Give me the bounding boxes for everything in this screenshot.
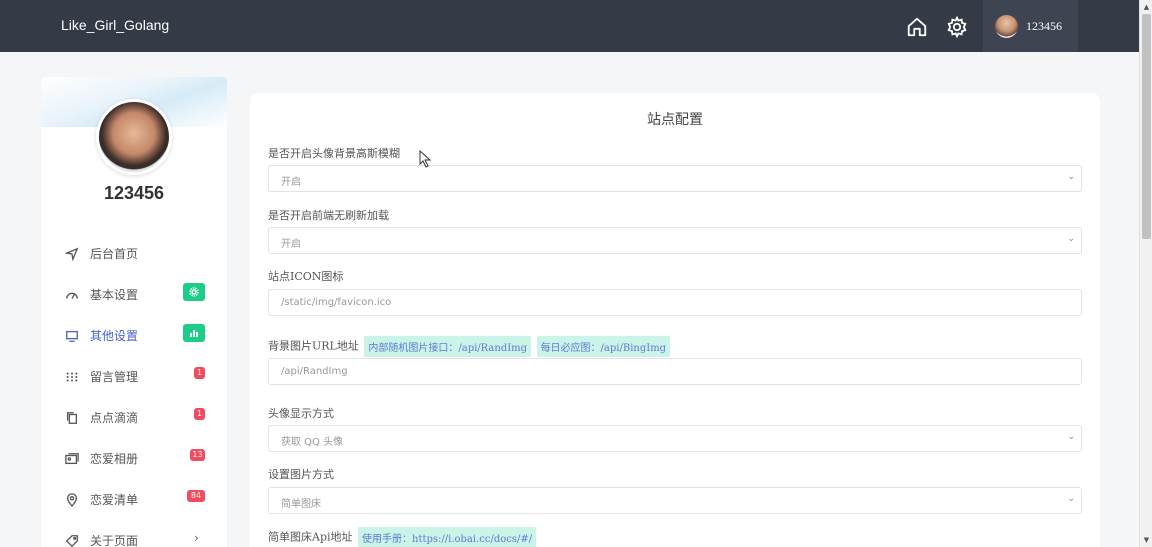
photo-album-icon xyxy=(65,451,79,465)
chevron-down-icon: ⌄ xyxy=(1067,172,1075,182)
user-menu[interactable]: 123456 xyxy=(983,0,1078,52)
sidebar-item-love-list[interactable]: 恋爱清单 84 xyxy=(41,486,227,512)
select-value: 开启 xyxy=(281,177,301,188)
chevron-right-icon: › xyxy=(194,531,199,545)
select-value: 获取 QQ 头像 xyxy=(281,437,344,448)
page-scrollbar[interactable]: ▲ ▼ xyxy=(1139,0,1152,547)
top-navbar: Like_Girl_Golang 123456 xyxy=(0,0,1139,52)
scroll-down-icon[interactable]: ▼ xyxy=(1142,535,1151,545)
sidebar-item-moments[interactable]: 点点滴滴 1 xyxy=(41,404,227,430)
sidebar-item-label: 后台首页 xyxy=(90,247,139,261)
field-label-site-icon: 站点ICON图标 xyxy=(268,270,344,283)
avatar-mode-select[interactable]: 获取 QQ 头像 ⌄ xyxy=(268,425,1082,452)
sidebar-item-other-settings[interactable]: 其他设置 xyxy=(41,322,227,348)
label-text: 背景图片URL地址 xyxy=(268,339,359,353)
image-mode-select[interactable]: 简单图床 ⌄ xyxy=(268,487,1082,514)
docs-hint-tag[interactable]: 使用手册：https://i.obai.cc/docs/#/ xyxy=(358,527,537,547)
user-name: 123456 xyxy=(1026,19,1062,33)
count-badge: 84 xyxy=(187,490,205,502)
input-placeholder: /api/RandImg xyxy=(281,366,348,377)
scroll-up-icon[interactable]: ▲ xyxy=(1142,2,1151,12)
field-label-no-refresh: 是否开启前端无刷新加载 xyxy=(268,209,389,222)
settings-badge xyxy=(183,283,205,301)
gear-icon[interactable] xyxy=(946,15,968,39)
copy-icon xyxy=(65,410,79,424)
mouse-cursor-icon xyxy=(419,150,432,168)
api-hint-tag: 内部随机图片接口：/api/RandImg xyxy=(364,336,532,357)
select-value: 简单图床 xyxy=(281,499,321,510)
count-badge: 1 xyxy=(194,408,205,420)
count-badge: 1 xyxy=(194,367,205,379)
sidebar-item-label: 基本设置 xyxy=(90,288,139,302)
sidebar-item-basic-settings[interactable]: 基本设置 xyxy=(41,281,227,307)
avatar-blur-select[interactable]: 开启 ⌄ xyxy=(268,165,1082,192)
scroll-thumb[interactable] xyxy=(1142,14,1151,239)
tag-icon xyxy=(65,533,79,547)
site-config-panel: 站点配置 是否开启头像背景高斯模糊 开启 ⌄ 是否开启前端无刷新加载 开启 ⌄ … xyxy=(250,93,1100,547)
page-title: 站点配置 xyxy=(647,112,703,128)
field-label-imgbed-api: 简单图床Api地址 使用手册：https://i.obai.cc/docs/#/ xyxy=(268,527,537,547)
monitor-icon xyxy=(65,328,79,342)
home-icon[interactable] xyxy=(906,16,928,38)
sidebar-item-about[interactable]: 关于页面 › xyxy=(41,527,227,547)
gear-icon xyxy=(189,287,199,297)
grid-dots-icon xyxy=(65,369,79,383)
sidebar-item-label: 恋爱清单 xyxy=(90,493,139,507)
sidebar-item-dashboard[interactable]: 后台首页 xyxy=(41,240,227,266)
sidebar-item-label: 其他设置 xyxy=(90,329,139,343)
sidebar-item-label: 留言管理 xyxy=(90,370,139,384)
field-label-avatar-mode: 头像显示方式 xyxy=(268,407,334,420)
sidebar-item-messages[interactable]: 留言管理 1 xyxy=(41,363,227,389)
label-text: 简单图床Api地址 xyxy=(268,530,353,544)
select-value: 开启 xyxy=(281,239,301,250)
chart-badge xyxy=(183,324,205,342)
sidebar-item-label: 恋爱相册 xyxy=(90,452,139,466)
bar-chart-icon xyxy=(190,330,198,337)
brand-title[interactable]: Like_Girl_Golang xyxy=(61,17,169,33)
profile-name: 123456 xyxy=(103,183,165,203)
sidebar: 123456 后台首页 基本设置 其他设置 留言管理 1 点点滴滴 1 恋爱相册… xyxy=(41,77,227,547)
chevron-down-icon: ⌄ xyxy=(1067,494,1075,504)
sidebar-item-album[interactable]: 恋爱相册 13 xyxy=(41,445,227,471)
bg-url-input[interactable]: /api/RandImg xyxy=(268,358,1082,385)
chevron-down-icon: ⌄ xyxy=(1067,234,1075,244)
chevron-down-icon: ⌄ xyxy=(1067,432,1075,442)
input-placeholder: /static/img/favicon.ico xyxy=(281,297,392,308)
site-icon-input[interactable]: /static/img/favicon.ico xyxy=(268,289,1082,316)
field-label-image-mode: 设置图片方式 xyxy=(268,468,334,481)
no-refresh-select[interactable]: 开启 ⌄ xyxy=(268,227,1082,254)
sidebar-item-label: 关于页面 xyxy=(90,534,139,547)
location-pin-icon xyxy=(65,492,79,508)
api-hint-tag: 每日必应图：/api/BingImg xyxy=(536,336,671,357)
navigation-arrow-icon xyxy=(64,246,79,262)
avatar xyxy=(995,15,1018,38)
profile-avatar xyxy=(96,99,172,175)
dashboard-gauge-icon xyxy=(65,287,79,301)
field-label-bg-url: 背景图片URL地址 内部随机图片接口：/api/RandImg 每日必应图：/a… xyxy=(268,336,671,357)
sidebar-item-label: 点点滴滴 xyxy=(90,411,139,425)
field-label-avatar-blur: 是否开启头像背景高斯模糊 xyxy=(268,147,400,160)
count-badge: 13 xyxy=(190,449,205,461)
